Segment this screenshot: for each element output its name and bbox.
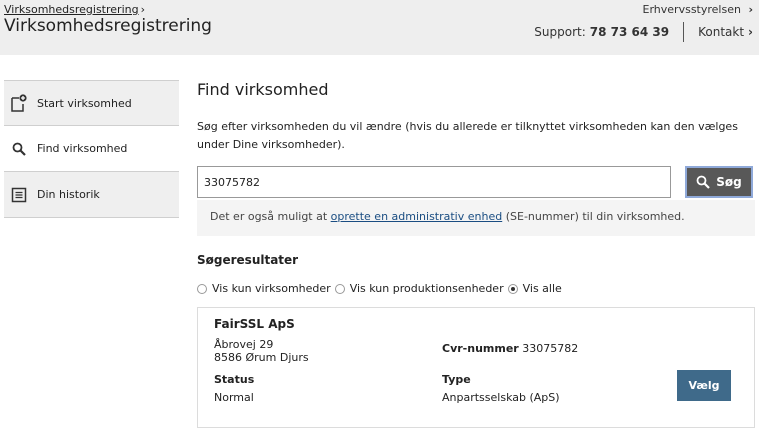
support-label: Support: (534, 25, 586, 39)
filter-companies-radio[interactable]: Vis kun virksomheder (197, 282, 331, 295)
radio-icon (334, 283, 345, 294)
search-button-label: Søg (716, 175, 742, 189)
header-divider (683, 22, 685, 42)
result-card: FairSSL ApS Åbrovej 29 8586 Ørum Djurs C… (197, 307, 755, 428)
cvr-label: Cvr-nummer (442, 342, 519, 355)
sidebar-item-start-virksomhed[interactable]: Start virksomhed (4, 80, 179, 126)
results-title: Søgeresultater (197, 253, 299, 267)
radio-icon (197, 283, 207, 294)
chevron-right-icon: › (140, 3, 145, 16)
new-document-icon (10, 94, 28, 112)
search-button[interactable]: Søg (685, 166, 753, 198)
search-icon (10, 140, 28, 158)
filter-label: Vis alle (522, 282, 562, 295)
company-cvr: Cvr-nummer 33075782 (442, 342, 578, 355)
filter-label: Vis kun produktionsenheder (349, 282, 504, 295)
create-admin-unit-link[interactable]: oprette en administrativ enhed (331, 210, 503, 223)
filter-label: Vis kun virksomheder (212, 282, 331, 295)
result-filters: Vis kun virksomheder Vis kun produktions… (197, 282, 566, 295)
info-text: (SE-nummer) til din virksomhed. (502, 210, 685, 223)
support-row: Support: 78 73 64 39 Kontakt › (534, 22, 753, 42)
org-link[interactable]: Erhvervsstyrelsen › (643, 3, 753, 16)
company-name: FairSSL ApS (214, 317, 295, 331)
page-title: Find virksomhed (197, 80, 329, 99)
sidebar-item-label: Start virksomhed (37, 96, 132, 110)
company-address-line2: 8586 Ørum Djurs (214, 351, 309, 364)
company-address-line1: Åbrovej 29 (214, 338, 274, 351)
cvr-value: 33075782 (522, 342, 579, 355)
support-phone: 78 73 64 39 (589, 25, 670, 39)
radio-checked-icon (507, 283, 518, 294)
contact-link[interactable]: Kontakt › (698, 25, 753, 39)
chevron-right-icon: › (748, 3, 753, 16)
filter-production-units-radio[interactable]: Vis kun produktionsenheder (334, 282, 504, 295)
list-document-icon (10, 186, 28, 204)
status-label: Status (214, 373, 255, 386)
choose-company-button[interactable]: Vælg (677, 370, 731, 401)
sidebar-item-label: Din historik (37, 188, 100, 201)
status-value: Normal (214, 391, 254, 404)
type-label: Type (442, 373, 471, 386)
type-value: Anpartsselskab (ApS) (442, 391, 560, 404)
info-box: Det er også muligt at oprette en adminis… (197, 200, 755, 236)
info-text: Det er også muligt at (210, 210, 331, 223)
sidebar: Start virksomhed Find virksomhed Din his… (4, 80, 179, 218)
filter-all-radio[interactable]: Vis alle (507, 282, 562, 295)
search-input[interactable] (197, 166, 671, 198)
sidebar-item-find-virksomhed[interactable]: Find virksomhed (4, 126, 179, 172)
sidebar-item-label: Find virksomhed (37, 142, 128, 155)
breadcrumb[interactable]: Virksomhedsregistrering › (4, 3, 145, 16)
site-title: Virksomhedsregistrering (4, 16, 212, 36)
search-icon (696, 175, 711, 189)
chevron-right-icon: › (748, 25, 753, 39)
page-header: Virksomhedsregistrering › Virksomhedsregi… (0, 0, 759, 55)
sidebar-item-din-historik[interactable]: Din historik (4, 172, 179, 218)
page-description: Søg efter virksomheden du vil ændre (hvi… (197, 120, 738, 151)
